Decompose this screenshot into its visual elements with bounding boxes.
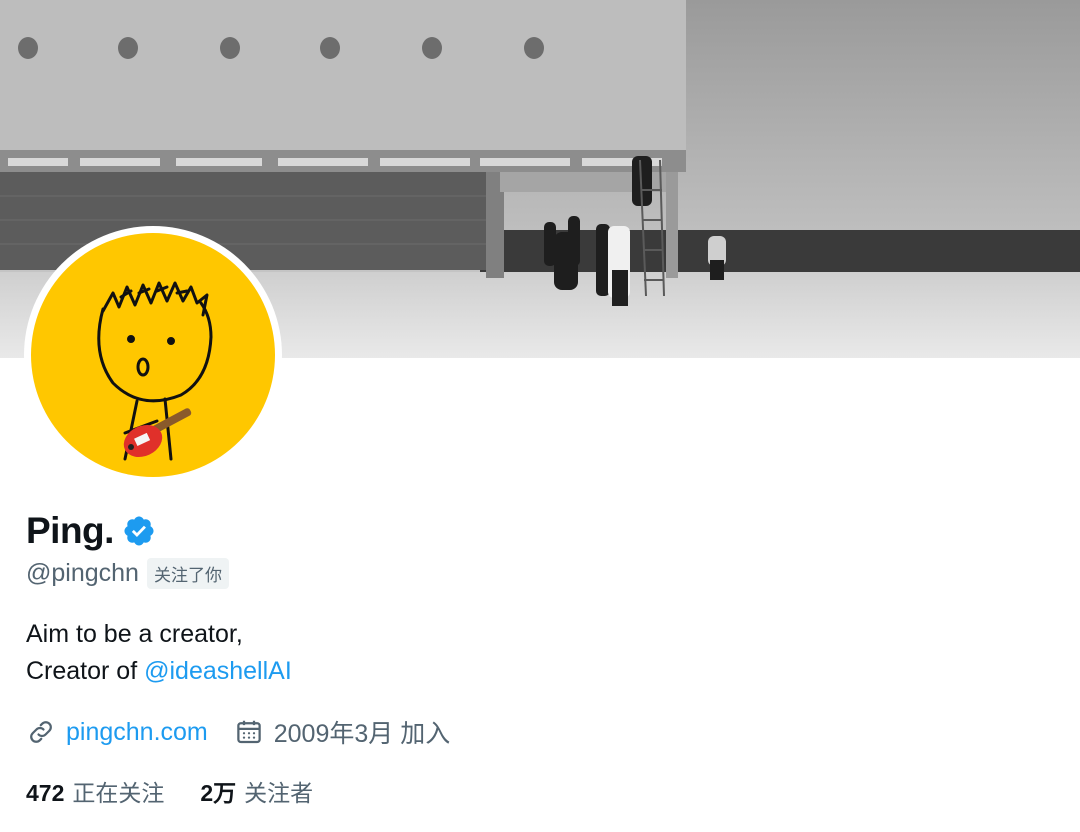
website-item[interactable]: pingchn.com <box>26 717 208 747</box>
followers-link[interactable]: 2万 关注者 <box>200 774 313 808</box>
followers-count: 2万 <box>200 780 237 806</box>
profile-meta: pingchn.com 2009年3月 加入 <box>26 714 476 750</box>
verified-badge-icon[interactable] <box>122 514 156 548</box>
profile-bio: Aim to be a creator, Creator of @ideashe… <box>26 616 292 690</box>
bio-line-2-prefix: Creator of <box>26 657 145 685</box>
link-icon <box>26 717 56 747</box>
avatar-cartoon-image <box>31 233 275 477</box>
bio-line-2: Creator of @ideashellAI <box>26 653 292 690</box>
calendar-icon <box>234 717 264 747</box>
name-row: Ping. <box>26 510 156 552</box>
bio-line-1: Aim to be a creator, <box>26 620 243 648</box>
user-handle: @pingchn <box>26 559 139 587</box>
avatar-frame[interactable] <box>24 226 282 484</box>
bio-mention-link[interactable]: @ideashellAI <box>144 657 292 685</box>
display-name: Ping. <box>26 510 114 551</box>
following-link[interactable]: 472 正在关注 <box>26 774 164 808</box>
joined-item: 2009年3月 加入 <box>234 714 450 750</box>
followers-label: 关注者 <box>244 780 314 806</box>
follows-you-badge: 关注了你 <box>146 558 229 589</box>
website-link[interactable]: pingchn.com <box>66 718 208 747</box>
follow-stats: 472 正在关注 2万 关注者 <box>26 774 349 808</box>
joined-date: 2009年3月 加入 <box>273 720 451 748</box>
following-count: 472 <box>26 780 65 806</box>
avatar[interactable] <box>31 233 275 477</box>
following-label: 正在关注 <box>72 780 165 806</box>
handle-row: @pingchn 关注了你 <box>26 558 229 589</box>
